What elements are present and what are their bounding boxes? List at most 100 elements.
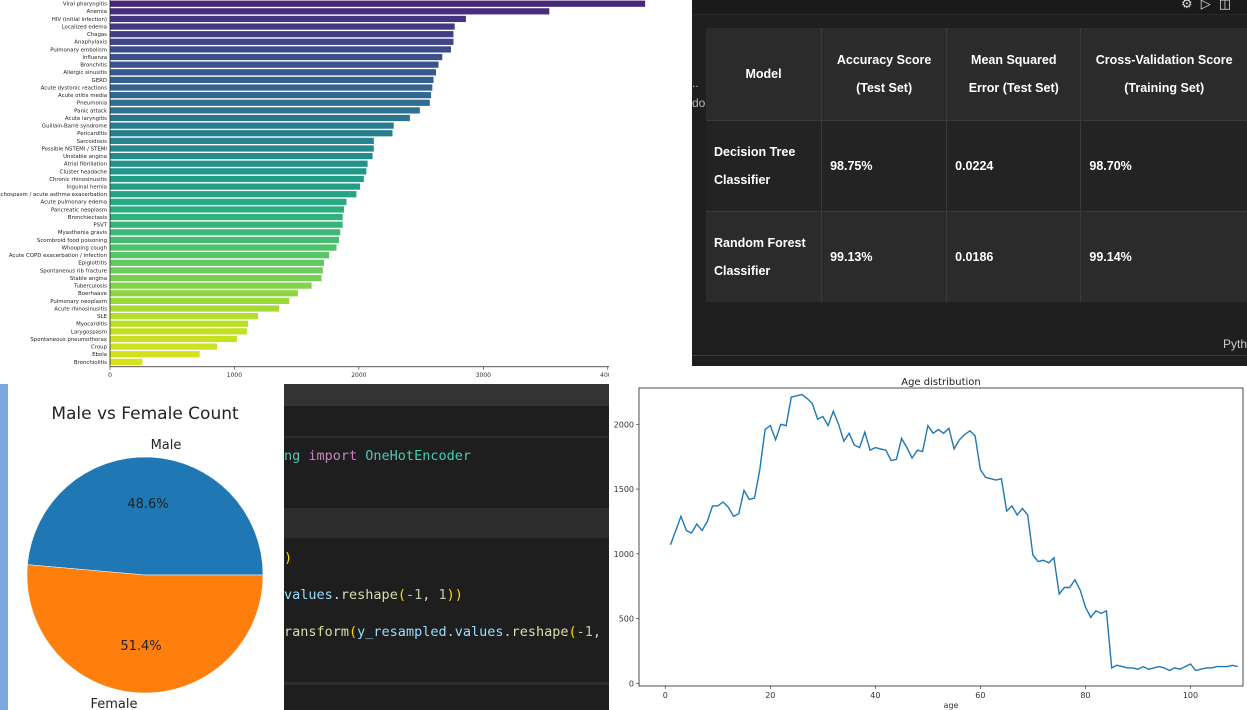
y-tick-label: 0 <box>629 679 634 688</box>
bar <box>110 313 259 320</box>
bar-label: Acute COPD exacerbation / infection <box>9 253 107 259</box>
bar <box>110 259 325 266</box>
code-line[interactable]: ) <box>284 550 292 566</box>
bar <box>110 31 454 38</box>
table-row: Decision Tree Classifier 98.75% 0.0224 9… <box>706 120 1247 212</box>
code-line[interactable]: ransform(y_resampled.values.reshape(-1, … <box>284 624 609 640</box>
y-tick-label: 1000 <box>614 550 634 559</box>
bar <box>110 198 347 205</box>
bar <box>110 236 339 244</box>
cell-model: Random Forest Classifier <box>706 211 823 302</box>
bar <box>110 0 646 7</box>
bar <box>110 69 437 76</box>
bar <box>110 320 249 327</box>
bar <box>110 99 430 106</box>
bar-label: Pulmonary embolism <box>50 47 107 53</box>
x-tick-label: 2000 <box>351 372 366 379</box>
bar <box>110 297 290 304</box>
table-header-row: Model Accuracy Score (Test Set) Mean Squ… <box>706 28 1247 121</box>
bar <box>110 290 298 297</box>
side-fragment: do <box>692 96 706 110</box>
bar-label: Pericarditis <box>77 131 107 137</box>
pie-label-male: Male <box>151 438 182 453</box>
bar-label: Anemia <box>87 9 107 15</box>
bar-label: Croup <box>91 345 108 351</box>
bar-label: Chronic rhinosinusitis <box>49 177 107 183</box>
bar-label: Myocarditis <box>76 322 107 328</box>
cell-divider <box>284 508 609 538</box>
x-axis-label: age <box>944 701 959 710</box>
bar-label: Stable angina <box>70 276 107 282</box>
bar-label: Sarcoidosis <box>77 139 108 145</box>
code-line[interactable]: ng import OneHotEncoder <box>284 448 471 464</box>
bar-label: Allergic sinusitis <box>63 70 107 76</box>
gear-icon[interactable]: ⚙ <box>1181 0 1201 12</box>
cell-cv: 99.14% <box>1080 211 1247 302</box>
play-icon[interactable]: ▷ <box>1201 0 1219 12</box>
bar-label: GERD <box>92 78 107 84</box>
bar-label: Localized edema <box>62 24 107 30</box>
bar-label: PSVT <box>93 223 107 229</box>
bar-label: Bronchiectasis <box>68 215 107 221</box>
bar <box>110 252 330 259</box>
bar <box>110 328 247 335</box>
age-series-line <box>669 393 1238 672</box>
pie-pct-male: 48.6% <box>127 497 168 512</box>
bar-label: Pancreatic neoplasm <box>51 207 107 213</box>
y-tick-label: 500 <box>619 615 634 624</box>
x-tick-label: 0 <box>108 372 112 379</box>
x-tick-label: 20 <box>765 691 775 700</box>
notebook-toolbar: ⚙▷◫ <box>692 0 1247 15</box>
bar-label: Acute pulmonary edema <box>41 200 107 206</box>
bar-label: Acute otitis media <box>58 93 107 99</box>
pie-pct-female: 51.4% <box>120 639 161 654</box>
bar <box>110 335 237 343</box>
x-tick-label: 1000 <box>227 372 242 379</box>
bar <box>110 175 364 183</box>
bar-label: Epiglottitis <box>78 261 107 267</box>
bar-label: Pulmonary neoplasm <box>50 299 107 305</box>
age-distribution-chart: Age distribution0 20 40 60 80 100050010001500… <box>614 377 1244 710</box>
bar-label: Whooping cough <box>62 245 107 251</box>
y-tick-label: 2000 <box>614 420 634 429</box>
language-label: Pyth <box>1222 337 1247 351</box>
bar-label: Possible NSTEMI / STEMI <box>42 146 108 152</box>
bar <box>110 153 373 160</box>
bar <box>110 46 451 53</box>
bar <box>110 244 337 251</box>
bar <box>110 351 200 358</box>
table-row: Random Forest Classifier 99.13% 0.0186 9… <box>706 211 1247 302</box>
bar-label: Acute rhinosinusitis <box>54 306 107 312</box>
line-chart-title: Age distribution <box>901 377 981 388</box>
bar-label: Boerhaave <box>78 291 108 297</box>
side-fragment: .. <box>692 76 699 90</box>
bar <box>110 84 433 91</box>
results-table: Model Accuracy Score (Test Set) Mean Squ… <box>706 28 1247 302</box>
bar <box>110 61 439 68</box>
bar <box>110 191 357 198</box>
code-line[interactable]: values.reshape(-1, 1)) <box>284 587 463 603</box>
age-distribution-panel: Age distribution 0 20 40 60 80 100 0 500 1000 1500… <box>609 366 1247 710</box>
window-edge <box>0 384 8 710</box>
bar-label: Spontaneous pneumothorax <box>30 337 107 343</box>
bar-label: Acute dystonic reactions <box>41 85 108 91</box>
bar <box>110 145 374 152</box>
bar <box>110 107 420 114</box>
cell-model: Decision Tree Classifier <box>706 120 823 212</box>
bar <box>110 229 341 236</box>
bar <box>110 160 368 167</box>
bar <box>110 206 344 213</box>
cell-mse: 0.0224 <box>946 120 1082 212</box>
pie-slice <box>27 456 264 576</box>
model-results-panel: ⚙▷◫ .. do Model Accuracy Score (Test Set… <box>692 0 1247 384</box>
gender-pie-panel: Male vs Female Count Male 48.6% 51.4% Fe… <box>0 384 284 710</box>
gender-pie-chart: Male vs Female Count Male 48.6% 51.4% Fe… <box>26 404 264 710</box>
cell-cv: 98.70% <box>1080 120 1247 212</box>
bar <box>110 15 466 23</box>
bar <box>110 122 394 129</box>
bar-label: Cluster headache <box>60 169 108 175</box>
bar <box>110 114 410 122</box>
split-icon[interactable]: ◫ <box>1219 0 1239 12</box>
bar-label: Guillain-Barré syndrome <box>42 123 108 130</box>
disease-bar-chart-panel: Viral pharyngitis Anemia HIV (initial infe… <box>0 0 692 384</box>
